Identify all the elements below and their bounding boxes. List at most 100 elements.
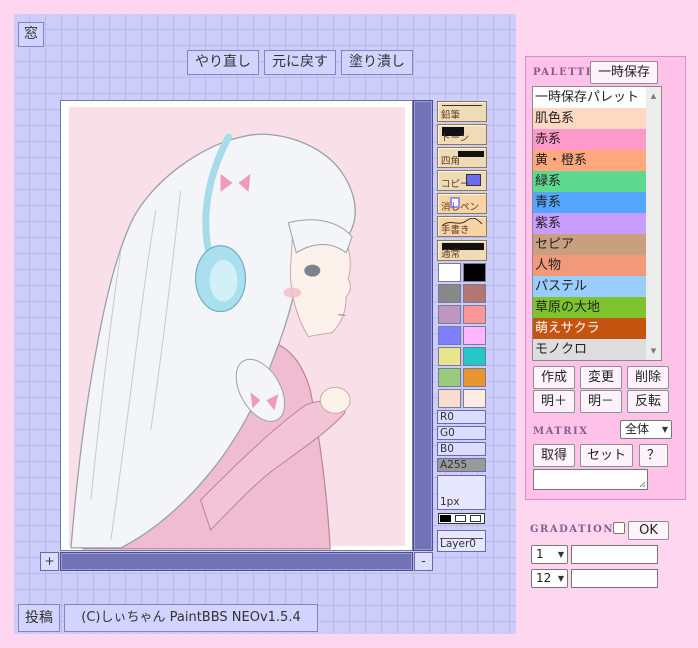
matrix-scope-select[interactable]: 全体 ▼ [620, 420, 672, 439]
delete-palette-button[interactable]: 削除 [627, 366, 669, 389]
change-palette-button[interactable]: 変更 [580, 366, 622, 389]
tool-rectangle[interactable]: 四角 [437, 147, 487, 168]
darken-button[interactable]: 明－ [580, 390, 622, 413]
color-swatch[interactable] [463, 263, 486, 282]
resize-grip-icon[interactable] [639, 481, 646, 488]
gradation-ok-button[interactable]: OK [628, 521, 669, 540]
palette-list-item[interactable]: 黄・橙系 [533, 150, 646, 171]
paintbbs-page: { "window_button": "窓", "toolbar": {"red… [0, 0, 698, 648]
eye [304, 264, 321, 277]
tool-label: 鉛筆 [441, 110, 461, 121]
palette-list-item[interactable]: 赤系 [533, 129, 646, 150]
tool-freehand[interactable]: 手書き [437, 216, 487, 237]
zoom-out-button[interactable]: - [414, 552, 433, 571]
tool-label: トーン [441, 133, 470, 144]
color-swatch[interactable] [438, 284, 461, 303]
post-button[interactable]: 投稿 [18, 604, 60, 632]
chevron-down-icon: ▼ [661, 425, 668, 434]
headphone-inner [209, 259, 238, 302]
zoom-in-button[interactable]: + [40, 552, 59, 571]
palette-list[interactable]: 一時保存パレット 肌色系 赤系 黄・橙系 緑系 青系 紫系 セピア 人物 パステ… [532, 86, 662, 361]
green-slider[interactable]: G0 [437, 426, 486, 440]
matrix-get-button[interactable]: 取得 [533, 444, 575, 467]
blue-slider[interactable]: B0 [437, 442, 486, 456]
color-swatch[interactable] [463, 284, 486, 303]
gradation-start-select[interactable]: 1 ▼ [531, 545, 568, 564]
chevron-down-icon: ▼ [557, 574, 564, 583]
gradation-end-input[interactable] [571, 569, 658, 588]
gradation-end-value: 12 [536, 571, 552, 585]
scroll-down-icon[interactable]: ▼ [646, 344, 661, 358]
color-swatch[interactable] [438, 368, 461, 387]
color-swatch[interactable] [463, 368, 486, 387]
paint-workspace: 窓 やり直し 元に戻す 塗り潰し + - 鉛筆 トーン 四角 コピー 消しペン … [14, 14, 516, 634]
tone-light-icon[interactable] [455, 515, 466, 522]
rectangle-preview-icon [458, 151, 484, 157]
chevron-down-icon: ▼ [557, 550, 564, 559]
tone-solid-icon[interactable] [440, 515, 451, 522]
palette-list-item[interactable]: 一時保存パレット [533, 87, 646, 108]
palette-list-item[interactable]: 萌えサクラ [533, 318, 646, 339]
gradation-heading: GRADATION [530, 524, 614, 535]
tool-mask-mode[interactable]: 通常 [437, 240, 487, 261]
red-slider[interactable]: R0 [437, 410, 486, 424]
tone-selector[interactable] [438, 513, 485, 524]
palette-list-item[interactable]: 草原の大地 [533, 297, 646, 318]
color-swatch[interactable] [438, 347, 461, 366]
tool-label: 消しペン [441, 202, 480, 213]
matrix-set-button[interactable]: セット [580, 444, 633, 467]
blush [283, 287, 302, 298]
palette-list-item[interactable]: 人物 [533, 255, 646, 276]
tool-tone[interactable]: トーン [437, 124, 487, 145]
color-swatch[interactable] [438, 389, 461, 408]
tool-eraser[interactable]: 消しペン [437, 193, 487, 214]
tool-label: 通常 [441, 249, 461, 260]
color-swatch[interactable] [438, 305, 461, 324]
paint-canvas[interactable] [60, 100, 413, 551]
matrix-help-button[interactable]: ？ [639, 444, 668, 467]
gradation-end-select[interactable]: 12 ▼ [531, 569, 568, 588]
color-swatch[interactable] [463, 347, 486, 366]
invert-button[interactable]: 反転 [627, 390, 669, 413]
color-swatch[interactable] [463, 326, 486, 345]
color-swatch[interactable] [463, 389, 486, 408]
palette-list-item[interactable]: セピア [533, 234, 646, 255]
palette-list-item[interactable]: 青系 [533, 192, 646, 213]
palette-list-item[interactable]: モノクロ [533, 339, 646, 360]
alpha-slider[interactable]: A255 [437, 458, 486, 472]
scroll-up-icon[interactable]: ▲ [646, 89, 661, 103]
layer-label: Layer0 [440, 538, 476, 550]
tool-pencil[interactable]: 鉛筆 [437, 101, 487, 122]
canvas-drawing [68, 107, 406, 550]
palette-list-scrollbar[interactable]: ▲ ▼ [646, 87, 661, 360]
slider-label: G0 [440, 427, 455, 439]
palette-list-item[interactable]: 肌色系 [533, 108, 646, 129]
pen-size-selector[interactable]: 1px [437, 475, 486, 510]
tone-empty-icon[interactable] [470, 515, 481, 522]
brighten-button[interactable]: 明＋ [533, 390, 575, 413]
undo-button[interactable]: 元に戻す [264, 50, 336, 75]
copyright-link[interactable]: (C)しぃちゃん PaintBBS NEOv1.5.4 [64, 604, 318, 632]
palette-list-item[interactable]: パステル [533, 276, 646, 297]
color-swatch[interactable] [438, 263, 461, 282]
create-palette-button[interactable]: 作成 [533, 366, 575, 389]
matrix-textarea[interactable] [533, 469, 648, 490]
gradation-checkbox[interactable] [613, 522, 625, 534]
gradation-start-input[interactable] [571, 545, 658, 564]
color-swatch[interactable] [463, 305, 486, 324]
palette-list-item[interactable]: 紫系 [533, 213, 646, 234]
palette-heading: PALETTE [533, 67, 595, 78]
palette-list-item[interactable]: 緑系 [533, 171, 646, 192]
tool-copy[interactable]: コピー [437, 170, 487, 191]
window-mode-button[interactable]: 窓 [18, 22, 44, 47]
vertical-scrollbar[interactable] [413, 100, 433, 551]
redo-button[interactable]: やり直し [187, 50, 259, 75]
temp-save-button[interactable]: 一時保存 [590, 61, 658, 84]
fill-canvas-button[interactable]: 塗り潰し [341, 50, 413, 75]
color-swatch[interactable] [438, 326, 461, 345]
matrix-scope-value: 全体 [625, 422, 650, 436]
hand [319, 386, 351, 414]
tool-label: 四角 [441, 156, 461, 167]
horizontal-scrollbar[interactable] [60, 552, 413, 571]
layer-selector[interactable]: Layer0 [437, 530, 486, 552]
